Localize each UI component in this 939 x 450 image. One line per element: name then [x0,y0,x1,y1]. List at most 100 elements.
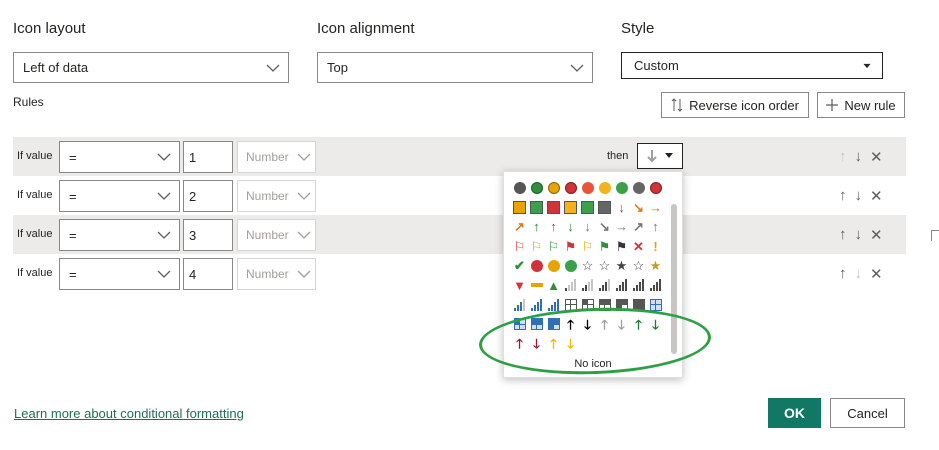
green-flag-outline-icon[interactable]: ⚐ [545,237,562,257]
signal-bars-4-icon[interactable] [613,276,630,296]
delete-icon[interactable]: ✕ [870,265,883,283]
green-up-circle-icon[interactable] [528,178,545,198]
value-input[interactable]: 3 [183,219,233,251]
style-select[interactable]: Custom [621,52,883,79]
green-arrow-up-icon[interactable]: ↑ [528,217,545,237]
red-triangle-down-icon[interactable]: ▼ [511,276,528,296]
value-input[interactable]: 1 [183,141,233,173]
icon-picker-button[interactable] [637,143,683,169]
chevron-down-icon [157,270,171,278]
signal-bars-1-icon[interactable] [562,276,579,296]
gray-square-icon[interactable] [596,198,613,218]
reverse-icon-order-button[interactable]: Reverse icon order [661,92,809,118]
background-window-edge [931,230,939,241]
rules-label: Rules [13,95,44,109]
operator-value: = [69,227,77,243]
green-flag-icon[interactable]: ⚑ [596,237,613,257]
gray-arrow-up-right-icon[interactable]: ↗ [630,217,647,237]
gold-star-icon[interactable]: ★ [647,256,664,276]
yellow-flag-outline-icon[interactable]: ⚐ [528,237,545,257]
move-up-icon[interactable]: ↑ [839,187,847,205]
move-up-icon[interactable]: ↑ [839,226,847,244]
yellow-exclamation-circle-icon[interactable] [545,256,562,276]
move-down-icon[interactable]: ↓ [855,265,863,283]
star-half-icon[interactable]: ☆ [630,256,647,276]
red-square-icon[interactable] [545,198,562,218]
cancel-button[interactable]: Cancel [830,398,905,428]
star-empty-icon[interactable]: ☆ [579,256,596,276]
operator-select[interactable]: = [59,219,180,251]
chevron-down-icon [297,192,311,200]
blue-bars-1-icon[interactable] [511,295,528,315]
move-down-icon[interactable]: ↓ [855,148,863,166]
icon-alignment-select[interactable]: Top [317,52,593,83]
type-select[interactable]: Number [237,180,316,212]
type-select[interactable]: Number [237,219,316,251]
signal-bars-6-icon[interactable] [647,276,664,296]
orange-arrow-up-right-icon[interactable]: ↗ [511,217,528,237]
row-actions: ↑ ↓ ✕ [839,265,883,283]
style-value: Custom [634,58,679,73]
gray-arrow-down-right-icon[interactable]: ↘ [596,217,613,237]
value-input[interactable]: 2 [183,180,233,212]
operator-select[interactable]: = [59,258,180,290]
black-flag-icon[interactable]: ⚑ [613,237,630,257]
red-diamond-circle-icon[interactable] [647,178,664,198]
move-down-icon[interactable]: ↓ [855,187,863,205]
orange-arrow-down-right-icon[interactable]: ↘ [630,198,647,218]
row-actions: ↑ ↓ ✕ [839,148,883,166]
red-flag-icon[interactable]: ⚑ [562,237,579,257]
gray-circle-icon[interactable] [630,178,647,198]
learn-more-link[interactable]: Learn more about conditional formatting [14,406,244,421]
chevron-down-icon [157,192,171,200]
red-flag-outline-icon[interactable]: ⚐ [511,237,528,257]
gray-arrow-down-icon[interactable]: ↓ [579,217,596,237]
green-square-icon[interactable] [528,198,545,218]
operator-select[interactable]: = [59,141,180,173]
move-up-icon[interactable]: ↑ [839,265,847,283]
red-arrow-down-icon[interactable]: ↓ [613,198,630,218]
signal-bars-2-icon[interactable] [579,276,596,296]
value-input[interactable]: 4 [183,258,233,290]
yellow-dash-icon[interactable] [528,276,545,296]
orange-exclamation-icon[interactable]: ! [647,237,664,257]
new-rule-button[interactable]: New rule [817,92,905,118]
gray-arrow-up-icon[interactable]: ↑ [647,217,664,237]
green-arrow-down-icon[interactable]: ↓ [562,217,579,237]
delete-icon[interactable]: ✕ [870,226,883,244]
red-x-circle-icon[interactable] [528,256,545,276]
icon-layout-select[interactable]: Left of data [13,52,289,83]
star-filled-icon[interactable]: ★ [613,256,630,276]
orange-arrow-right-icon[interactable]: → [647,198,664,218]
blue-bars-2-icon[interactable] [528,295,545,315]
arrow-down-icon [647,150,657,163]
signal-bars-3-icon[interactable] [596,276,613,296]
move-down-icon[interactable]: ↓ [855,226,863,244]
red-arrow-up-icon[interactable]: ↑ [545,217,562,237]
yellow-flag-icon[interactable]: ⚐ [579,237,596,257]
delete-icon[interactable]: ✕ [870,148,883,166]
yellow-minus-circle-icon[interactable] [545,178,562,198]
green-check-circle-icon[interactable] [562,256,579,276]
gray-arrow-right-icon[interactable]: → [613,217,630,237]
red-down-circle-icon[interactable] [562,178,579,198]
green-check-icon[interactable]: ✔ [511,256,528,276]
star-empty-2-icon[interactable]: ☆ [596,256,613,276]
ok-button[interactable]: OK [768,398,821,428]
delete-icon[interactable]: ✕ [870,187,883,205]
yellow-square-2-icon[interactable] [562,198,579,218]
green-square-2-icon[interactable] [579,198,596,218]
red-circle-icon[interactable] [579,178,596,198]
green-circle-icon[interactable] [613,178,630,198]
dark-circle-icon[interactable] [511,178,528,198]
operator-select[interactable]: = [59,180,180,212]
yellow-circle-icon[interactable] [596,178,613,198]
signal-bars-5-icon[interactable] [630,276,647,296]
move-up-icon[interactable]: ↑ [839,148,847,166]
if-value-label: If value [17,228,53,240]
yellow-square-icon[interactable] [511,198,528,218]
type-select[interactable]: Number [237,141,316,173]
green-triangle-up-icon[interactable]: ▲ [545,276,562,296]
type-select[interactable]: Number [237,258,316,290]
red-x-icon[interactable]: ✕ [630,237,647,257]
